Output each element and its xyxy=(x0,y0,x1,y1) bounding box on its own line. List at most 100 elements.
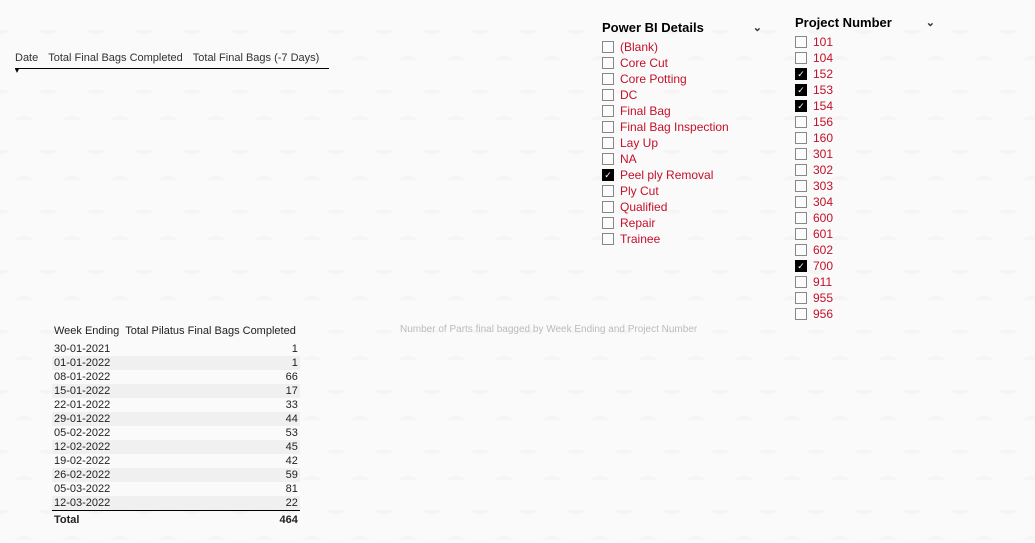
bottom-table-visual[interactable]: Week Ending Total Pilatus Final Bags Com… xyxy=(52,322,253,529)
slicer-item-label: 301 xyxy=(813,147,833,162)
top-table-header-row: Date ▾ Total Final Bags Completed Total … xyxy=(15,48,329,69)
checkbox-icon[interactable] xyxy=(602,169,614,181)
checkbox-icon[interactable] xyxy=(795,276,807,288)
slicer-item-label: 104 xyxy=(813,51,833,66)
checkbox-icon[interactable] xyxy=(795,100,807,112)
table-row[interactable]: 05-03-202281 xyxy=(52,482,300,496)
value-cell: 81 xyxy=(123,482,300,496)
table-row[interactable]: 19-02-202242 xyxy=(52,454,300,468)
checkbox-icon[interactable] xyxy=(795,244,807,256)
checkbox-icon[interactable] xyxy=(795,196,807,208)
table-row[interactable]: 30-01-20211 xyxy=(52,342,300,356)
checkbox-icon[interactable] xyxy=(795,292,807,304)
week-cell: 12-02-2022 xyxy=(52,440,123,454)
top-table-col-total-completed[interactable]: Total Final Bags Completed xyxy=(48,48,193,69)
checkbox-icon[interactable] xyxy=(795,260,807,272)
slicer-item[interactable]: 600 xyxy=(795,210,935,226)
chart-visual-placeholder[interactable]: Number of Parts final bagged by Week End… xyxy=(400,324,697,335)
slicer-item[interactable]: Lay Up xyxy=(602,135,762,151)
slicer-item[interactable]: 101 xyxy=(795,34,935,50)
slicer-item[interactable]: 911 xyxy=(795,274,935,290)
top-table-visual[interactable]: Date ▾ Total Final Bags Completed Total … xyxy=(15,48,329,69)
checkbox-icon[interactable] xyxy=(602,201,614,213)
slicer-item[interactable]: 154 xyxy=(795,98,935,114)
checkbox-icon[interactable] xyxy=(795,148,807,160)
slicer-list: (Blank)Core CutCore PottingDCFinal BagFi… xyxy=(602,39,762,247)
checkbox-icon[interactable] xyxy=(602,137,614,149)
slicer-item[interactable]: Core Cut xyxy=(602,55,762,71)
slicer-header[interactable]: Power BI Details ⌄ xyxy=(602,20,762,35)
slicer-header[interactable]: Project Number ⌄ xyxy=(795,15,935,30)
column-label: Total Pilatus Final Bags Completed xyxy=(125,325,296,337)
checkbox-icon[interactable] xyxy=(795,132,807,144)
slicer-item[interactable]: 301 xyxy=(795,146,935,162)
slicer-item[interactable]: 303 xyxy=(795,178,935,194)
slicer-item[interactable]: 956 xyxy=(795,306,935,322)
slicer-item[interactable]: 153 xyxy=(795,82,935,98)
slicer-item[interactable]: 700 xyxy=(795,258,935,274)
bottom-table-col-total[interactable]: Total Pilatus Final Bags Completed xyxy=(123,322,300,342)
checkbox-icon[interactable] xyxy=(602,233,614,245)
slicer-item[interactable]: Final Bag xyxy=(602,103,762,119)
table-row[interactable]: 12-03-202222 xyxy=(52,496,300,511)
checkbox-icon[interactable] xyxy=(602,57,614,69)
table-row[interactable]: 22-01-202233 xyxy=(52,398,300,412)
slicer-item-label: Trainee xyxy=(620,232,660,247)
checkbox-icon[interactable] xyxy=(795,116,807,128)
slicer-item-label: (Blank) xyxy=(620,40,658,55)
checkbox-icon[interactable] xyxy=(602,105,614,117)
bottom-table-col-week[interactable]: Week Ending xyxy=(52,322,123,342)
top-table-col-date[interactable]: Date ▾ xyxy=(15,48,48,69)
slicer-item[interactable]: 156 xyxy=(795,114,935,130)
table-row[interactable]: 29-01-202244 xyxy=(52,412,300,426)
table-row[interactable]: 08-01-202266 xyxy=(52,370,300,384)
checkbox-icon[interactable] xyxy=(602,153,614,165)
slicer-item[interactable]: Ply Cut xyxy=(602,183,762,199)
chart-title: Number of Parts final bagged by Week End… xyxy=(400,324,697,335)
checkbox-icon[interactable] xyxy=(795,164,807,176)
table-row[interactable]: 26-02-202259 xyxy=(52,468,300,482)
slicer-item[interactable]: Repair xyxy=(602,215,762,231)
slicer-item-label: Qualified xyxy=(620,200,667,215)
value-cell: 17 xyxy=(123,384,300,398)
checkbox-icon[interactable] xyxy=(602,121,614,133)
slicer-item[interactable]: 602 xyxy=(795,242,935,258)
checkbox-icon[interactable] xyxy=(795,68,807,80)
slicer-item[interactable]: 302 xyxy=(795,162,935,178)
slicer-item[interactable]: Final Bag Inspection xyxy=(602,119,762,135)
table-row[interactable]: 05-02-202253 xyxy=(52,426,300,440)
slicer-item[interactable]: DC xyxy=(602,87,762,103)
slicer-item-label: 160 xyxy=(813,131,833,146)
slicer-item[interactable]: 104 xyxy=(795,50,935,66)
checkbox-icon[interactable] xyxy=(795,36,807,48)
slicer-item[interactable]: Trainee xyxy=(602,231,762,247)
top-table-col-total-minus7[interactable]: Total Final Bags (-7 Days) xyxy=(193,48,330,69)
slicer-item-label: 600 xyxy=(813,211,833,226)
checkbox-icon[interactable] xyxy=(795,212,807,224)
slicer-item[interactable]: 160 xyxy=(795,130,935,146)
slicer-title: Power BI Details xyxy=(602,20,704,35)
slicer-item[interactable]: 304 xyxy=(795,194,935,210)
checkbox-icon[interactable] xyxy=(602,185,614,197)
checkbox-icon[interactable] xyxy=(795,84,807,96)
checkbox-icon[interactable] xyxy=(795,308,807,320)
checkbox-icon[interactable] xyxy=(602,217,614,229)
table-row[interactable]: 12-02-202245 xyxy=(52,440,300,454)
slicer-item-label: 955 xyxy=(813,291,833,306)
slicer-item[interactable]: 955 xyxy=(795,290,935,306)
table-row[interactable]: 01-01-20221 xyxy=(52,356,300,370)
slicer-item[interactable]: NA xyxy=(602,151,762,167)
slicer-item[interactable]: Qualified xyxy=(602,199,762,215)
table-row[interactable]: 15-01-202217 xyxy=(52,384,300,398)
checkbox-icon[interactable] xyxy=(602,41,614,53)
checkbox-icon[interactable] xyxy=(602,73,614,85)
slicer-item[interactable]: Peel ply Removal xyxy=(602,167,762,183)
checkbox-icon[interactable] xyxy=(795,52,807,64)
slicer-item[interactable]: Core Potting xyxy=(602,71,762,87)
checkbox-icon[interactable] xyxy=(795,180,807,192)
slicer-item[interactable]: 152 xyxy=(795,66,935,82)
checkbox-icon[interactable] xyxy=(795,228,807,240)
slicer-item[interactable]: 601 xyxy=(795,226,935,242)
slicer-item[interactable]: (Blank) xyxy=(602,39,762,55)
checkbox-icon[interactable] xyxy=(602,89,614,101)
